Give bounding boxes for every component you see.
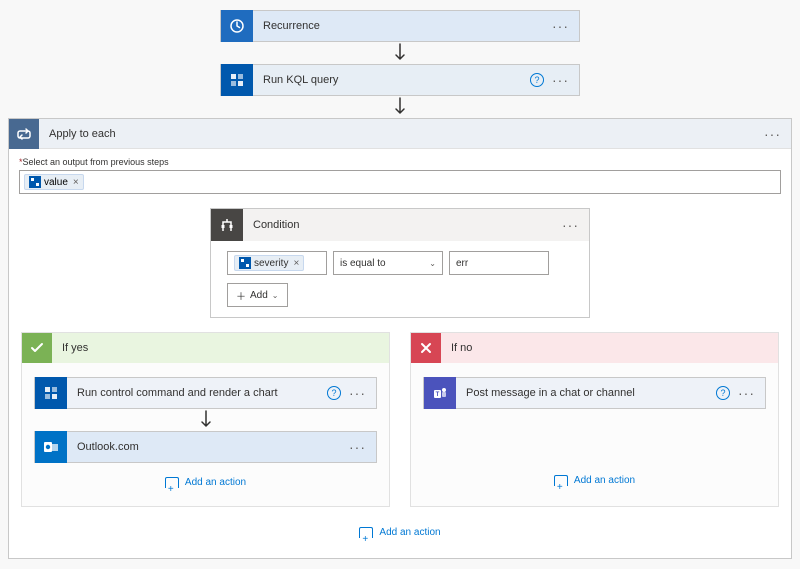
- input-label: *Select an output from previous steps: [19, 157, 781, 167]
- add-action-button[interactable]: Add an action: [19, 527, 781, 538]
- action-post-teams-message[interactable]: T Post message in a chat or channel ? ··…: [423, 377, 766, 409]
- step-run-kql[interactable]: Run KQL query ? ···: [220, 64, 580, 96]
- branch-no-label: If no: [441, 342, 778, 354]
- condition-operator-select[interactable]: is equal to ⌄: [333, 251, 443, 275]
- help-icon[interactable]: ?: [716, 386, 730, 400]
- arrow-down-icon: [392, 96, 408, 118]
- output-selector-input[interactable]: value ×: [19, 170, 781, 194]
- action-label: Run control command and render a chart: [67, 387, 327, 399]
- branch-no-header[interactable]: If no: [411, 333, 778, 363]
- branch-yes-label: If yes: [52, 342, 389, 354]
- check-icon: [22, 333, 52, 363]
- arrow-down-icon: [392, 42, 408, 64]
- token-value[interactable]: value ×: [24, 174, 84, 190]
- token-severity[interactable]: severity ×: [234, 255, 304, 271]
- condition-left-input[interactable]: severity ×: [227, 251, 327, 275]
- apply-to-each-container: Apply to each ··· *Select an output from…: [8, 118, 792, 559]
- kql-icon: [35, 377, 67, 409]
- branch-yes-header[interactable]: If yes: [22, 333, 389, 363]
- more-icon[interactable]: ···: [764, 126, 781, 142]
- condition-header[interactable]: Condition ···: [211, 209, 589, 241]
- more-icon[interactable]: ···: [562, 217, 579, 233]
- token-icon: [239, 257, 251, 269]
- trigger-recurrence[interactable]: Recurrence ···: [220, 10, 580, 42]
- more-icon[interactable]: ···: [349, 385, 366, 401]
- step-label: Run KQL query: [253, 74, 530, 86]
- plus-icon: ＋: [236, 288, 246, 303]
- action-label: Outlook.com: [67, 441, 349, 453]
- branch-no: If no T Post message in a chat or channe…: [410, 332, 779, 507]
- outlook-icon: [35, 431, 67, 463]
- trigger-label: Recurrence: [253, 20, 552, 32]
- add-action-button[interactable]: Add an action: [423, 475, 766, 486]
- kql-icon: [221, 64, 253, 96]
- clock-icon: [221, 10, 253, 42]
- apply-to-each-header[interactable]: Apply to each ···: [9, 119, 791, 149]
- apply-label: Apply to each: [39, 128, 764, 140]
- condition-label: Condition: [243, 219, 562, 231]
- token-icon: [29, 176, 41, 188]
- more-icon[interactable]: ···: [349, 439, 366, 455]
- arrow-down-icon: [198, 409, 214, 431]
- remove-token-icon[interactable]: ×: [293, 258, 299, 269]
- add-condition-button[interactable]: ＋ Add ⌄: [227, 283, 288, 307]
- remove-token-icon[interactable]: ×: [73, 177, 79, 188]
- add-action-button[interactable]: Add an action: [34, 477, 377, 488]
- add-action-icon: [359, 527, 373, 538]
- chevron-down-icon: ⌄: [272, 291, 279, 300]
- more-icon[interactable]: ···: [738, 385, 755, 401]
- condition-right-input[interactable]: err: [449, 251, 549, 275]
- help-icon[interactable]: ?: [327, 386, 341, 400]
- x-icon: [411, 333, 441, 363]
- svg-text:T: T: [436, 392, 440, 398]
- action-outlook[interactable]: Outlook.com ···: [34, 431, 377, 463]
- more-icon[interactable]: ···: [552, 18, 569, 34]
- branch-yes: If yes Run control command and render a …: [21, 332, 390, 507]
- add-action-icon: [554, 475, 568, 486]
- condition-step: Condition ··· se: [210, 208, 590, 318]
- chevron-down-icon: ⌄: [429, 259, 436, 268]
- add-action-icon: [165, 477, 179, 488]
- loop-icon: [9, 119, 39, 149]
- more-icon[interactable]: ···: [552, 72, 569, 88]
- action-run-control-command[interactable]: Run control command and render a chart ?…: [34, 377, 377, 409]
- teams-icon: T: [424, 377, 456, 409]
- help-icon[interactable]: ?: [530, 73, 544, 87]
- condition-icon: [211, 209, 243, 241]
- action-label: Post message in a chat or channel: [456, 387, 716, 399]
